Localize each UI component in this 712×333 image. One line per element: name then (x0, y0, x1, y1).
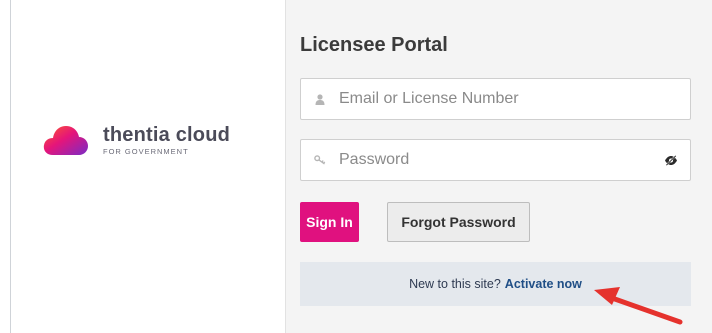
forgot-password-button[interactable]: Forgot Password (387, 202, 530, 242)
activation-prompt: New to this site? (409, 277, 501, 291)
brand-name: thentia cloud (103, 123, 231, 146)
password-field[interactable] (300, 139, 691, 181)
password-input[interactable] (339, 151, 664, 169)
brand-logo: thentia cloud FOR GOVERNMENT (43, 124, 230, 156)
eye-slash-icon[interactable] (664, 154, 678, 166)
brand-subtitle: FOR GOVERNMENT (103, 146, 189, 156)
page-title: Licensee Portal (300, 34, 448, 56)
cloud-logo-icon (43, 126, 88, 155)
email-field[interactable] (300, 78, 691, 120)
brand-panel: thentia cloud FOR GOVERNMENT (11, 0, 285, 333)
email-input[interactable] (339, 90, 690, 108)
red-arrow-icon (594, 287, 683, 325)
key-icon (313, 155, 327, 165)
sign-in-button[interactable]: Sign In (300, 202, 359, 242)
activate-now-link[interactable]: Activate now (505, 277, 582, 291)
user-icon (313, 93, 327, 105)
brand-text: thentia cloud FOR GOVERNMENT (103, 125, 230, 156)
